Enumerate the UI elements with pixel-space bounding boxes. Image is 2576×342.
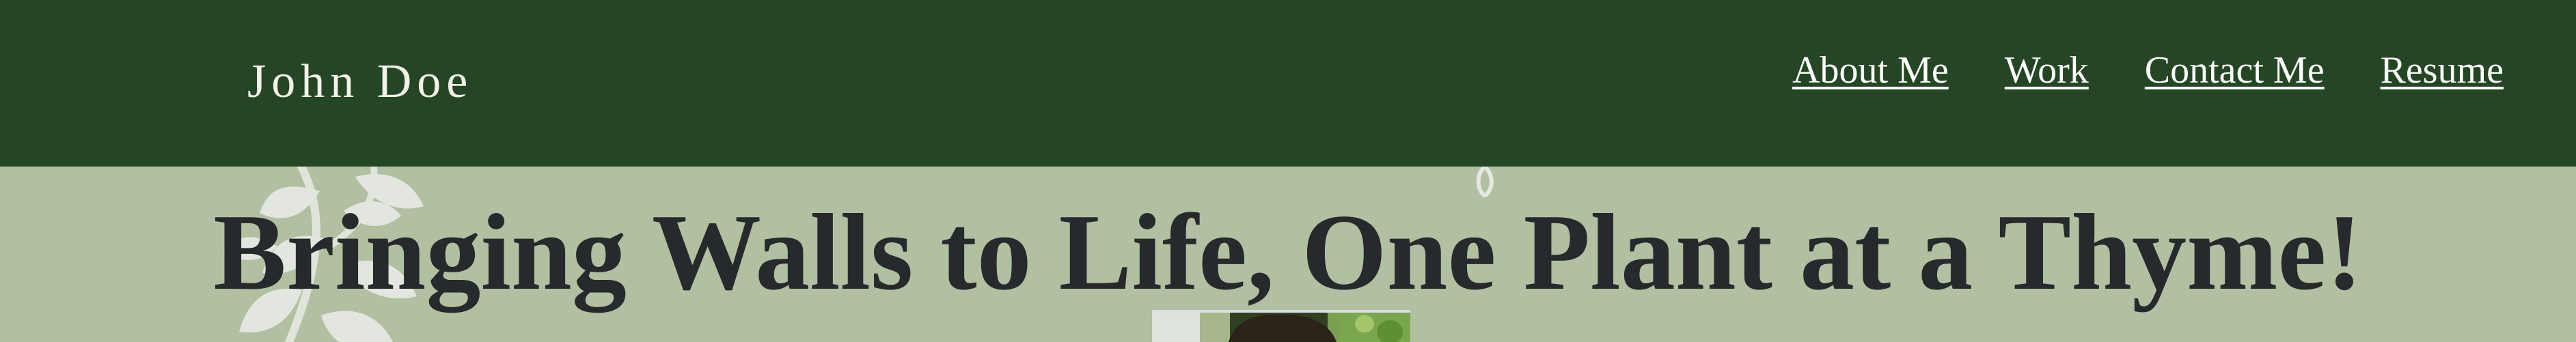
nav-work-link[interactable]: Work [2005, 46, 2089, 94]
main-navigation: About Me Work Contact Me Resume [1792, 46, 2504, 94]
page: John Doe About Me Work Contact Me Resume… [0, 0, 2576, 342]
site-header: John Doe About Me Work Contact Me Resume [0, 0, 2576, 167]
profile-photo [1152, 310, 1410, 342]
hero-section: Bringing Walls to Life, One Plant at a T… [0, 167, 2576, 342]
nav-contact-me-link[interactable]: Contact Me [2145, 46, 2325, 94]
hero-title: Bringing Walls to Life, One Plant at a T… [213, 191, 2363, 313]
nav-resume-link[interactable]: Resume [2381, 46, 2504, 94]
site-brand[interactable]: John Doe [247, 53, 473, 111]
nav-about-me-link[interactable]: About Me [1792, 46, 1949, 94]
